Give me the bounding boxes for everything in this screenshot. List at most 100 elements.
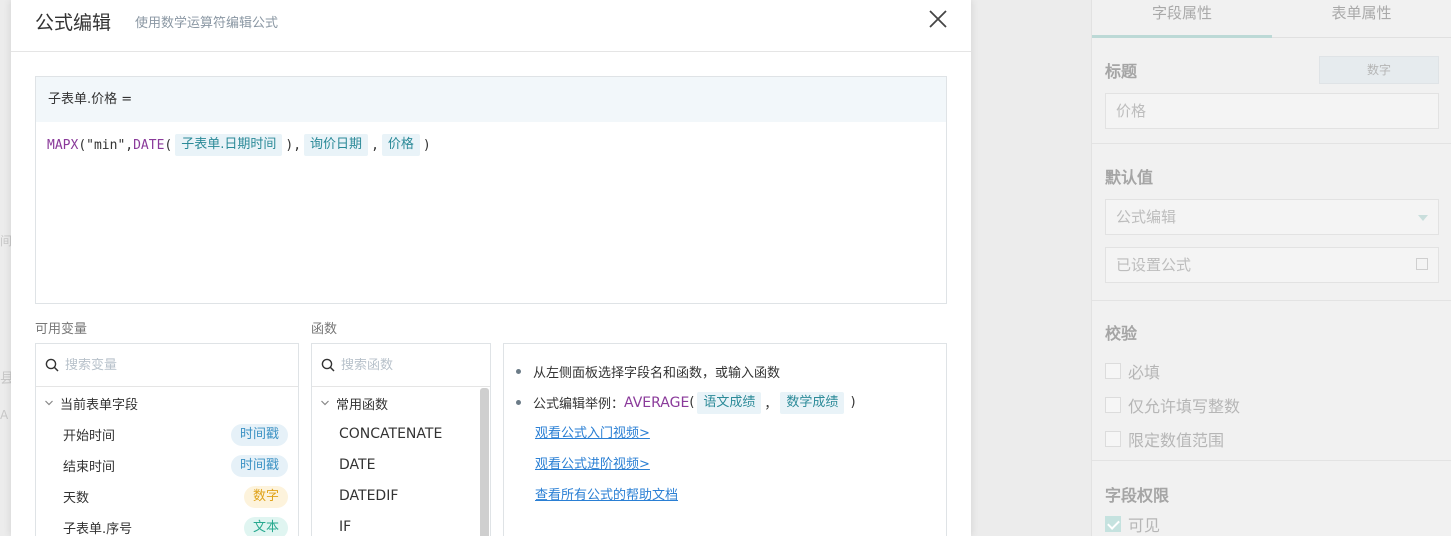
checkbox[interactable] xyxy=(1105,397,1121,413)
field-chip[interactable]: 子表单.日期时间 xyxy=(175,134,283,156)
default-mode-value: 公式编辑 xyxy=(1116,208,1177,226)
bg-fragment: A xyxy=(0,408,9,422)
function-token: DATE xyxy=(133,137,165,153)
default-value-section: 默认值 公式编辑 已设置公式 xyxy=(1105,164,1439,283)
edit-icon[interactable] xyxy=(1416,258,1428,270)
function-item[interactable]: DATE xyxy=(312,450,490,481)
advanced-video-link[interactable]: 观看公式进阶视频> xyxy=(535,449,946,480)
variable-item[interactable]: 天数 数字 xyxy=(36,481,298,512)
help-panel: 从左侧面板选择字段名和函数，或输入函数 公式编辑举例： AVERAGE ( 语文… xyxy=(503,343,947,536)
formula-editor-modal: 公式编辑 使用数学运算符编辑公式 子表单.价格 = MAPX ("min", D… xyxy=(11,0,971,536)
variables-panel: 当前表单字段 开始时间 时间戳 结束时间 时间戳 天数 数字 子表单.序号 文本 xyxy=(35,343,299,536)
code-token: , xyxy=(371,137,379,153)
help-tip-text: 从左侧面板选择字段名和函数，或输入函数 xyxy=(533,366,781,381)
variable-name: 子表单.序号 xyxy=(63,522,133,536)
search-icon xyxy=(45,358,59,372)
checkbox[interactable] xyxy=(1105,431,1121,447)
functions-label: 函数 xyxy=(311,322,338,337)
formula-code[interactable]: MAPX ("min", DATE ( 子表单.日期时间 ), 询价日期 , 价… xyxy=(36,122,946,156)
type-tag: 文本 xyxy=(243,516,288,536)
type-tag: 数字 xyxy=(243,485,288,508)
variable-item[interactable]: 结束时间 时间戳 xyxy=(36,450,298,481)
example-field-chip: 数学成绩 xyxy=(780,391,845,414)
code-token: ) xyxy=(422,137,431,153)
variables-label: 可用变量 xyxy=(35,322,88,337)
validation-section: 校验 必填 仅允许填写整数 限定数值范围 xyxy=(1105,320,1439,456)
divider xyxy=(1092,460,1451,461)
group-label: 当前表单字段 xyxy=(60,397,139,413)
variable-item[interactable]: 子表单.序号 文本 xyxy=(36,512,298,536)
check-integer-only[interactable]: 仅允许填写整数 xyxy=(1105,388,1439,422)
modal-title: 公式编辑 xyxy=(35,12,112,34)
validation-label: 校验 xyxy=(1105,324,1138,343)
function-group-common[interactable]: 常用函数 xyxy=(312,387,490,419)
function-token: MAPX xyxy=(47,137,79,153)
field-properties-panel: 字段属性 表单属性 标题 数字 价格 默认值 公式编辑 已设置公式 校验 必填 xyxy=(1091,0,1451,536)
field-chip[interactable]: 询价日期 xyxy=(304,134,369,156)
variable-search xyxy=(36,344,298,387)
close-button[interactable] xyxy=(927,8,949,30)
search-icon xyxy=(321,358,335,372)
code-token: ("min", xyxy=(78,137,134,153)
formula-status-field[interactable]: 已设置公式 xyxy=(1105,247,1439,283)
example-function: AVERAGE xyxy=(624,394,690,411)
check-label: 仅允许填写整数 xyxy=(1128,397,1241,416)
type-tag: 时间戳 xyxy=(230,423,288,446)
modal-header: 公式编辑 使用数学运算符编辑公式 xyxy=(11,0,971,52)
permission-section: 字段权限 可见 xyxy=(1105,482,1439,536)
check-required[interactable]: 必填 xyxy=(1105,354,1439,388)
function-search xyxy=(312,344,490,387)
check-label: 限定数值范围 xyxy=(1128,431,1225,450)
variable-name: 天数 xyxy=(63,491,90,506)
variable-search-input[interactable] xyxy=(65,357,265,373)
help-docs-link[interactable]: 查看所有公式的帮助文档 xyxy=(535,480,946,511)
divider xyxy=(1092,300,1451,301)
check-value-range[interactable]: 限定数值范围 xyxy=(1105,422,1439,456)
variable-item[interactable]: 开始时间 时间戳 xyxy=(36,419,298,450)
formula-target: 子表单.价格 = xyxy=(36,77,946,122)
intro-video-link[interactable]: 观看公式入门视频> xyxy=(535,418,946,449)
example-token: ( xyxy=(689,395,695,410)
group-label: 常用函数 xyxy=(336,397,389,413)
example-token: ) xyxy=(850,395,856,410)
example-field-chip: 语文成绩 xyxy=(697,391,762,414)
default-mode-select[interactable]: 公式编辑 xyxy=(1105,199,1439,235)
function-list-scrollbar[interactable] xyxy=(480,388,489,536)
check-label: 可见 xyxy=(1128,516,1161,535)
functions-panel: 常用函数 CONCATENATE DATE DATEDIF IF xyxy=(311,343,491,536)
function-search-input[interactable] xyxy=(341,357,471,373)
modal-subtitle: 使用数学运算符编辑公式 xyxy=(135,16,279,31)
tab-form-properties[interactable]: 表单属性 xyxy=(1272,0,1451,37)
checkbox-checked[interactable] xyxy=(1105,516,1121,532)
variable-group-current-form[interactable]: 当前表单字段 xyxy=(36,387,298,419)
function-item[interactable]: CONCATENATE xyxy=(312,419,490,450)
app-stage: 间 县 A 字段属性 表单属性 标题 数字 价格 默认值 公式编辑 已设置公式 xyxy=(0,0,1451,536)
field-type-badge[interactable]: 数字 xyxy=(1319,56,1439,84)
type-tag: 时间戳 xyxy=(230,454,288,477)
chevron-down-icon xyxy=(1418,215,1428,221)
variable-name: 结束时间 xyxy=(63,460,116,475)
checkbox[interactable] xyxy=(1105,363,1121,379)
tab-field-properties[interactable]: 字段属性 xyxy=(1092,0,1272,38)
chevron-down-icon xyxy=(321,400,329,406)
field-chip[interactable]: 价格 xyxy=(381,134,420,156)
check-label: 必填 xyxy=(1128,363,1161,382)
function-item[interactable]: DATEDIF xyxy=(312,481,490,512)
check-visible[interactable]: 可见 xyxy=(1105,507,1439,536)
function-item[interactable]: IF xyxy=(312,512,490,536)
formula-status-text: 已设置公式 xyxy=(1116,256,1192,274)
formula-editor[interactable]: 子表单.价格 = MAPX ("min", DATE ( 子表单.日期时间 ),… xyxy=(35,76,947,304)
help-example: 公式编辑举例： AVERAGE ( 语文成绩 ， 数学成绩 ) xyxy=(516,387,946,418)
code-token: ( xyxy=(164,137,173,153)
help-tip: 从左侧面板选择字段名和函数，或输入函数 xyxy=(516,356,946,387)
divider xyxy=(1092,143,1451,144)
properties-tabs: 字段属性 表单属性 xyxy=(1092,0,1451,38)
title-input[interactable]: 价格 xyxy=(1105,93,1439,129)
help-example-prefix: 公式编辑举例： xyxy=(533,397,625,412)
default-value-label: 默认值 xyxy=(1105,168,1154,187)
variable-name: 开始时间 xyxy=(63,429,116,444)
example-token: ， xyxy=(764,397,778,412)
permission-label: 字段权限 xyxy=(1105,486,1170,505)
chevron-down-icon xyxy=(45,400,53,406)
bullet-icon xyxy=(516,400,521,405)
